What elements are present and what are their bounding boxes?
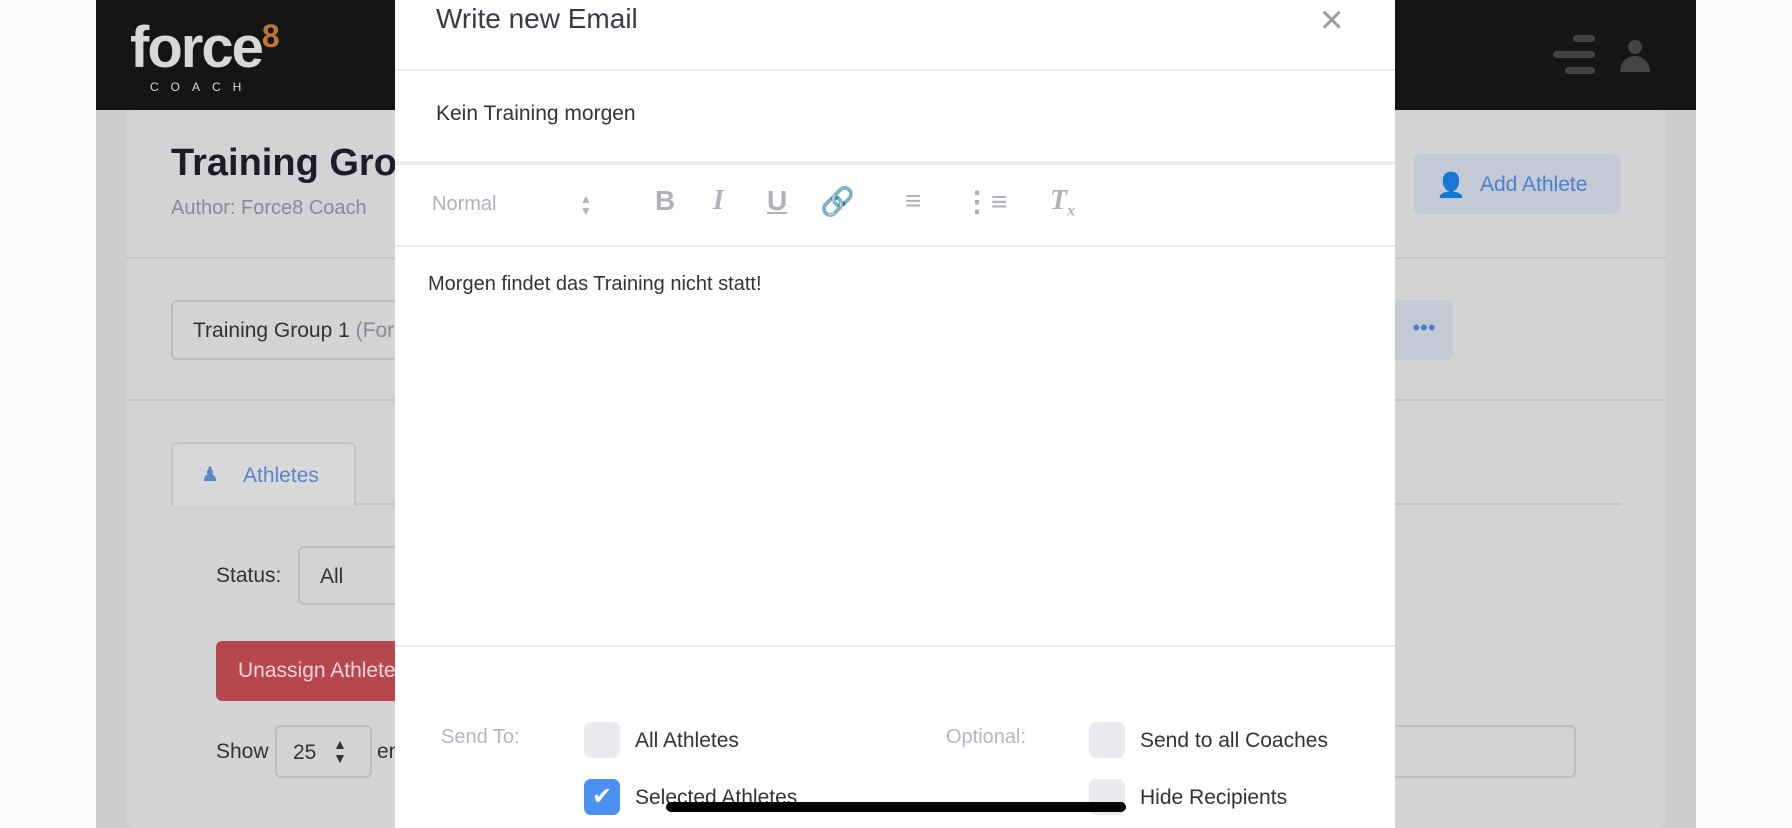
- send-to-label: Send To:: [441, 726, 520, 748]
- modal-title: Write new Email: [436, 3, 638, 34]
- italic-button[interactable]: I: [713, 185, 724, 217]
- hide-recipients-label: Hide Recipients: [1140, 786, 1288, 809]
- divider: [395, 645, 1395, 647]
- group-select[interactable]: Training Group 1 (For: [171, 300, 411, 360]
- optional-label: Optional:: [946, 726, 1027, 748]
- sort-arrows-icon: ▲ ▼: [333, 736, 347, 766]
- page-title: Training Gro: [171, 142, 397, 184]
- email-modal: Write new Email × Kein Training morgen N…: [395, 0, 1395, 828]
- user-icon[interactable]: [1620, 40, 1650, 72]
- show-label: Show: [216, 740, 269, 763]
- page-size-select[interactable]: 25 ▲ ▼: [275, 725, 372, 778]
- send-to-coaches-label: Send to all Coaches: [1140, 729, 1328, 752]
- status-label: Status:: [216, 564, 282, 587]
- bullet-list-icon[interactable]: ⋮≡: [963, 185, 1007, 218]
- divider: [395, 161, 1395, 165]
- email-body-text: Morgen findet das Training nicht statt!: [428, 273, 762, 295]
- checkmark-icon: ✔: [591, 783, 613, 810]
- bold-button[interactable]: B: [655, 185, 675, 217]
- search-input[interactable]: [1395, 725, 1576, 778]
- all-athletes-checkbox[interactable]: [584, 722, 620, 758]
- email-body-editor[interactable]: Morgen findet das Training nicht statt!: [395, 247, 1395, 645]
- athlete-icon: ♟: [201, 464, 219, 486]
- send-to-coaches-checkbox[interactable]: [1089, 722, 1125, 758]
- ordered-list-icon[interactable]: ≡: [905, 185, 921, 217]
- add-athlete-button[interactable]: 👤 Add Athlete: [1414, 154, 1621, 214]
- more-options-button[interactable]: •••: [1395, 300, 1453, 360]
- all-athletes-label: All Athletes: [635, 729, 739, 752]
- author-label: Author: Force8 Coach: [171, 197, 367, 219]
- clear-format-icon[interactable]: Tx: [1050, 185, 1075, 221]
- menu-icon[interactable]: [1553, 35, 1603, 75]
- logo: force8: [130, 15, 280, 80]
- close-icon[interactable]: ×: [1320, 0, 1343, 43]
- format-select[interactable]: Normal ▲ ▼: [432, 192, 592, 218]
- divider: [395, 69, 1395, 71]
- unassign-athlete-button[interactable]: Unassign Athlete: [216, 641, 416, 701]
- add-user-icon: 👤: [1436, 172, 1466, 199]
- link-icon[interactable]: 🔗: [820, 185, 855, 218]
- subject-input[interactable]: Kein Training morgen: [436, 102, 636, 126]
- underline-button[interactable]: U: [767, 185, 787, 217]
- tab-athletes[interactable]: ♟ Athletes: [171, 442, 356, 506]
- home-indicator: [666, 802, 1126, 812]
- logo-subtitle: COACH: [150, 80, 254, 94]
- select-arrows-icon: ▲ ▼: [580, 192, 592, 218]
- selected-athletes-checkbox[interactable]: ✔: [584, 779, 620, 815]
